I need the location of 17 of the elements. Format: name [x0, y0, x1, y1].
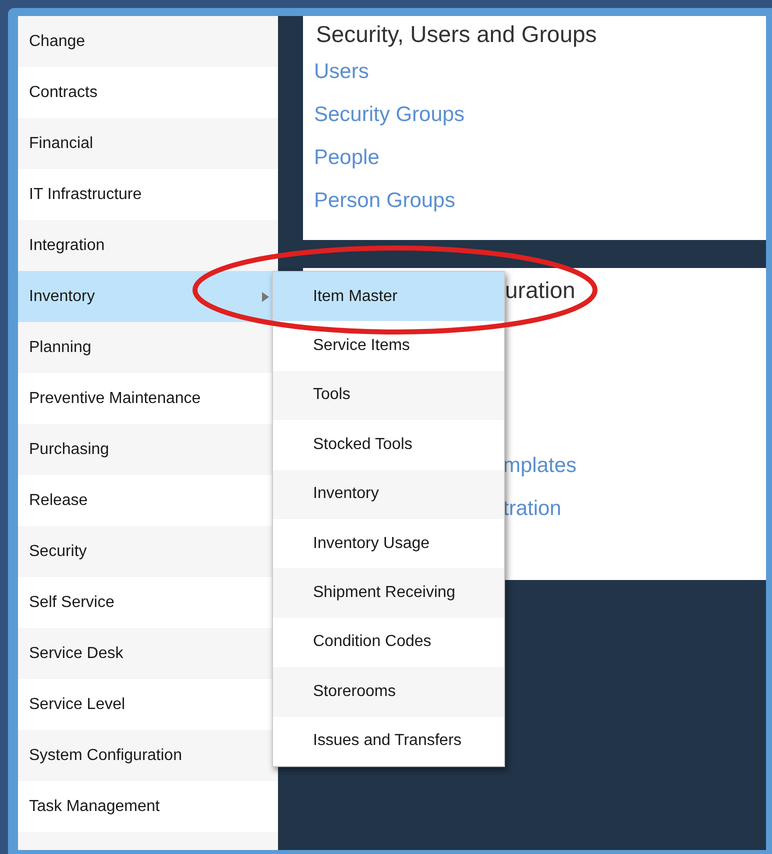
submenu-item[interactable]: Item Master — [273, 272, 504, 322]
submenu-item[interactable]: Storerooms — [273, 667, 504, 717]
submenu-item[interactable]: Inventory — [273, 470, 504, 519]
submenu-item[interactable]: Stocked Tools — [273, 420, 504, 470]
submenu-item[interactable]: Inventory Usage — [273, 518, 504, 568]
sidebar-item[interactable]: Financial — [18, 118, 278, 169]
sidebar-item[interactable]: Change — [18, 16, 278, 67]
panel-title: uration — [504, 276, 576, 304]
submenu-item[interactable]: Condition Codes — [273, 618, 504, 668]
submenu-item[interactable]: Issues and Transfers — [273, 716, 504, 766]
submenu-arrow-icon — [262, 292, 269, 302]
submenu-item[interactable]: Shipment Receiving — [273, 568, 504, 618]
sidebar-item[interactable]: System Configuration — [18, 730, 278, 781]
sidebar-item[interactable]: Integration — [18, 220, 278, 271]
submenu-item[interactable]: Service Items — [273, 321, 504, 371]
panel-title: Security, Users and Groups — [315, 20, 598, 48]
submenu-item[interactable]: Tools — [273, 370, 504, 420]
